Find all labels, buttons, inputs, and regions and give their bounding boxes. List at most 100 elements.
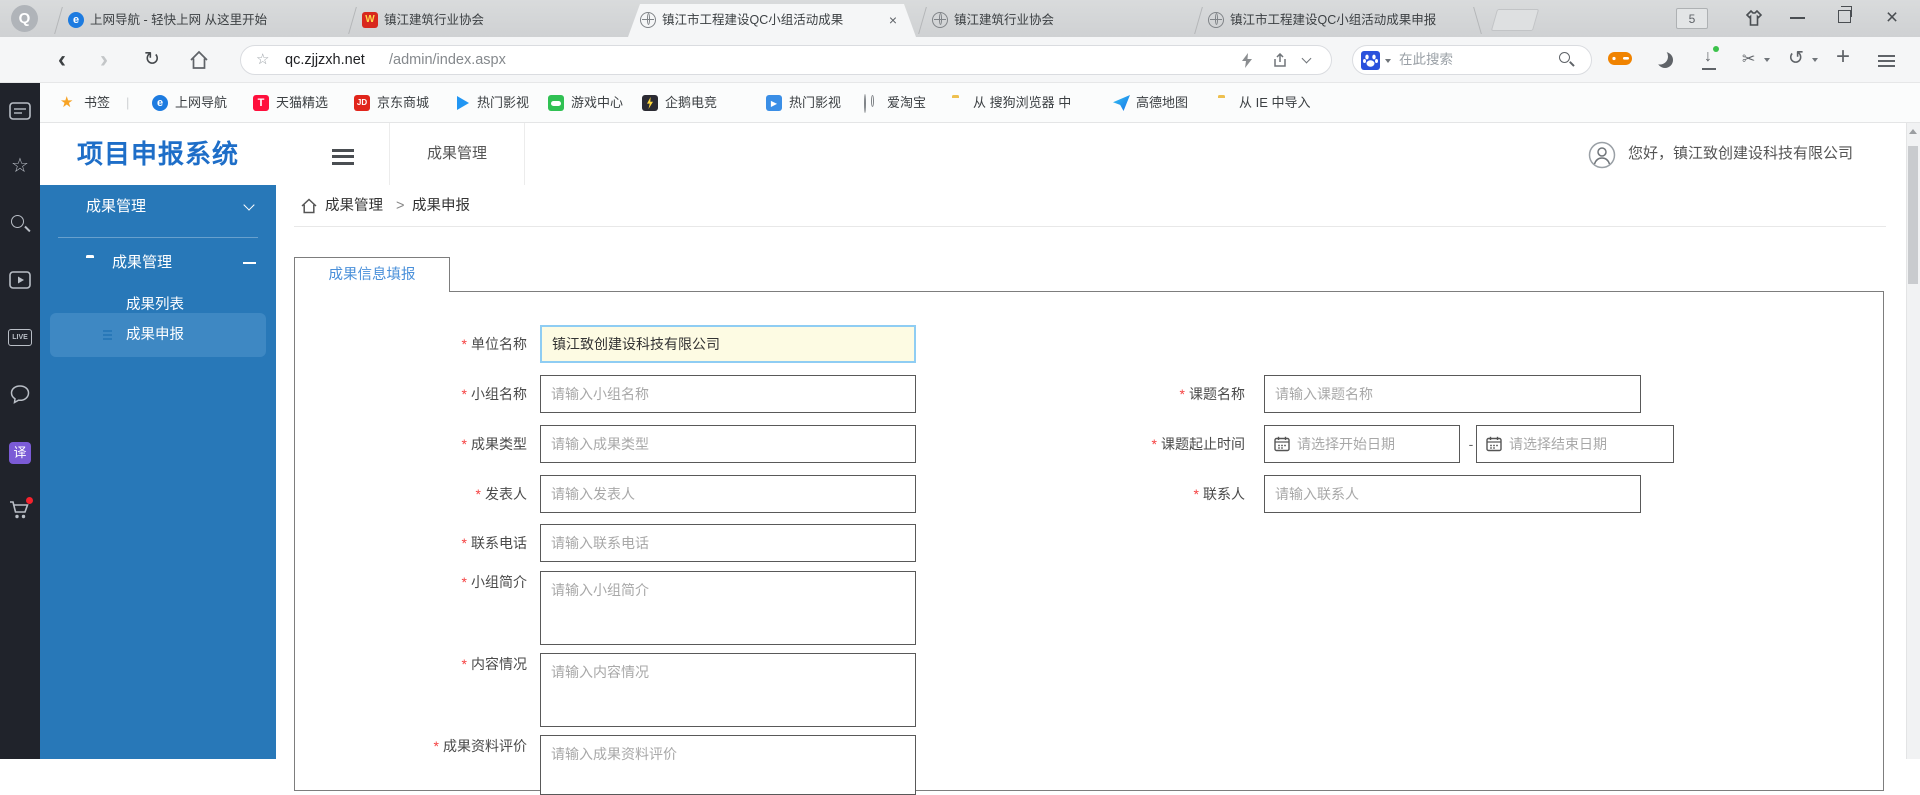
top-menu-label: 成果管理 xyxy=(426,145,487,162)
bookmark-item[interactable]: 热门影视 xyxy=(789,83,841,123)
bookmark-star-icon[interactable]: ☆ xyxy=(256,46,269,74)
search-magnifier-icon[interactable] xyxy=(1559,52,1575,67)
undo-history-icon[interactable]: ↺ xyxy=(1788,47,1804,70)
input-start-date[interactable] xyxy=(1264,425,1460,463)
date-range-start[interactable] xyxy=(1264,425,1460,463)
chat-bubble-icon[interactable] xyxy=(0,375,40,415)
night-mode-icon[interactable] xyxy=(1657,52,1673,68)
bookmark-item[interactable]: 高德地图 xyxy=(1136,83,1188,123)
browser-toolbar: ‹ › ↻ ☆ qc.zjjzxh.net /admin/index.aspx … xyxy=(0,37,1920,83)
textarea-group-intro[interactable] xyxy=(540,571,916,645)
minimize-button[interactable] xyxy=(1790,17,1805,19)
scrollbar-thumb[interactable] xyxy=(1908,146,1918,284)
undo-dropdown-icon[interactable] xyxy=(1812,58,1818,62)
download-icon[interactable]: ↓ xyxy=(1700,46,1720,72)
browser-logo[interactable]: Q xyxy=(11,5,38,32)
field-label-material-evaluation: * 成果资料评价 xyxy=(433,738,527,754)
bookmarks-star-icon[interactable]: ★ xyxy=(60,83,73,123)
textarea-material-evaluation[interactable] xyxy=(540,735,916,795)
bookmark-icon-penguin[interactable] xyxy=(642,95,658,111)
form-tab-active[interactable]: 成果信息填报 xyxy=(294,257,450,292)
bookmark-item[interactable]: 企鹅电竞 xyxy=(665,83,717,123)
notes-card-icon[interactable] xyxy=(0,91,40,131)
scrollbar-up-arrow[interactable] xyxy=(1909,129,1917,134)
breadcrumb-item[interactable]: 成果管理 xyxy=(325,185,383,227)
translate-icon[interactable]: 译 xyxy=(0,433,40,473)
home-icon[interactable] xyxy=(300,197,318,220)
sidebar-item-results-declare-selected[interactable]: 成果申报 xyxy=(40,310,276,357)
sidebar-group-results[interactable]: 成果管理 xyxy=(40,241,276,285)
breadcrumb-item[interactable]: 成果申报 xyxy=(412,185,470,227)
close-window-button[interactable]: × xyxy=(1880,4,1904,32)
search-engine-icon[interactable] xyxy=(1361,51,1380,70)
favorites-star-icon[interactable]: ☆ xyxy=(0,146,40,186)
bookmark-item[interactable]: 京东商城 xyxy=(377,83,429,123)
bookmarks-label[interactable]: 书签 xyxy=(84,83,110,123)
live-icon[interactable]: LIVE xyxy=(0,318,40,358)
forward-button[interactable]: › xyxy=(100,37,108,83)
browser-tab-5[interactable]: 镇江市工程建设QC小组活动成果申报 xyxy=(1194,4,1482,37)
input-contact[interactable] xyxy=(1264,475,1641,513)
reader-lightning-icon[interactable] xyxy=(1241,53,1253,73)
menu-hamburger-icon[interactable] xyxy=(1878,52,1895,70)
input-end-date[interactable] xyxy=(1476,425,1674,463)
search-box[interactable]: 在此搜索 xyxy=(1352,45,1592,75)
browser-tab-1[interactable]: e 上网导航 - 轻快上网 从这里开始 xyxy=(54,4,346,37)
input-publisher[interactable] xyxy=(540,475,916,513)
bookmark-item[interactable]: 热门影视 xyxy=(477,83,529,123)
input-unit-name[interactable] xyxy=(540,325,916,363)
video-player-icon[interactable] xyxy=(0,260,40,300)
bookmark-item[interactable]: 游戏中心 xyxy=(571,83,623,123)
bookmark-icon-tmall[interactable]: T xyxy=(253,95,269,111)
browser-tab-2[interactable]: W 镇江建筑行业协会 xyxy=(348,4,624,37)
sidebar-toggle-hamburger[interactable] xyxy=(332,145,354,168)
textarea-content-detail[interactable] xyxy=(540,653,916,727)
browser-tab-3-active[interactable]: 镇江市工程建设QC小组活动成果 × xyxy=(628,4,916,37)
bookmark-icon-video[interactable]: ▶ xyxy=(766,95,782,111)
date-range-end[interactable] xyxy=(1476,425,1674,463)
bookmark-icon-globe[interactable] xyxy=(864,94,874,113)
bookmark-item[interactable]: 从 搜狗浏览器 中 xyxy=(973,83,1071,123)
shopping-cart-icon[interactable] xyxy=(0,490,40,530)
bookmark-icon-game[interactable] xyxy=(548,95,564,111)
bookmark-item[interactable]: 爱淘宝 xyxy=(887,83,926,123)
bookmark-item[interactable]: 从 IE 中导入 xyxy=(1239,83,1311,123)
breadcrumb: 成果管理 > 成果申报 xyxy=(294,185,1886,227)
input-result-type[interactable] xyxy=(540,425,916,463)
bookmark-icon-play[interactable] xyxy=(457,96,469,110)
refresh-button[interactable]: ↻ xyxy=(144,37,160,83)
browser-tab-4[interactable]: 镇江建筑行业协会 xyxy=(918,4,1192,37)
game-center-icon[interactable] xyxy=(1607,50,1633,73)
bookmark-icon-jd[interactable]: JD xyxy=(354,95,370,111)
user-avatar-icon[interactable] xyxy=(1588,141,1616,174)
tab-title: 镇江建筑行业协会 xyxy=(954,13,1055,27)
field-label-result-type: * 成果类型 xyxy=(461,436,527,452)
add-plus-icon[interactable]: + xyxy=(1836,43,1850,71)
bookmark-item[interactable]: 上网导航 xyxy=(175,83,227,123)
address-bar[interactable]: ☆ qc.zjjzxh.net /admin/index.aspx xyxy=(240,45,1332,75)
search-engine-dropdown-icon[interactable] xyxy=(1385,59,1391,63)
input-group-name[interactable] xyxy=(540,375,916,413)
tab-count-badge[interactable]: 5 xyxy=(1676,8,1708,29)
address-dropdown-icon[interactable] xyxy=(1301,53,1312,64)
calendar-icon xyxy=(1486,436,1502,452)
screenshot-dropdown-icon[interactable] xyxy=(1764,58,1770,62)
sidebar-root-menu[interactable]: 成果管理 xyxy=(40,185,276,229)
home-button[interactable] xyxy=(188,49,210,76)
new-tab-button[interactable] xyxy=(1490,9,1540,31)
input-phone[interactable] xyxy=(540,524,916,562)
search-icon[interactable] xyxy=(0,204,40,244)
bookmark-icon-nav[interactable]: e xyxy=(152,95,168,111)
back-button[interactable]: ‹ xyxy=(58,37,66,83)
bookmark-item[interactable]: 天猫精选 xyxy=(276,83,328,123)
screenshot-scissors-icon[interactable]: ✂ xyxy=(1742,49,1755,69)
required-mark: * xyxy=(1151,436,1157,452)
input-topic-name[interactable] xyxy=(1264,375,1641,413)
field-label-unit-name: * 单位名称 xyxy=(461,336,527,352)
tab-close-icon[interactable]: × xyxy=(884,11,902,29)
maximize-restore-button[interactable] xyxy=(1838,6,1852,23)
skin-theme-icon[interactable] xyxy=(1743,8,1765,34)
top-menu-tab[interactable]: 成果管理 xyxy=(389,123,525,185)
bookmark-icon-amap[interactable] xyxy=(1113,95,1130,111)
share-icon[interactable] xyxy=(1273,52,1289,73)
